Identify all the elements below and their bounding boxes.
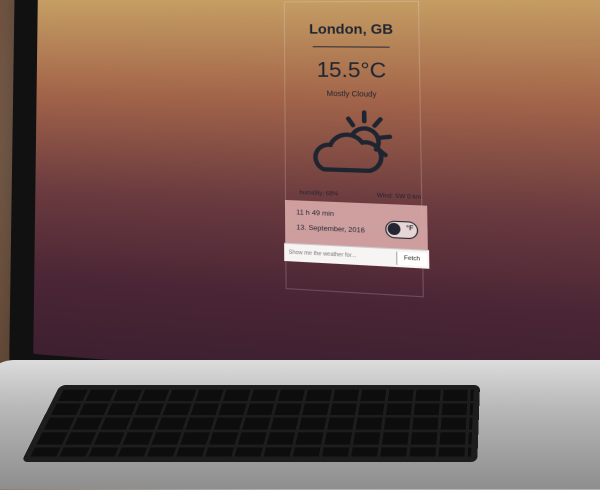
keyboard bbox=[21, 385, 480, 462]
time-date-panel: 11 h 49 min 13. September, 2016 °F bbox=[285, 200, 428, 250]
search-input[interactable] bbox=[289, 247, 385, 263]
laptop-screen: London, GB 15.5°C Mostly Cloudy bbox=[33, 0, 600, 401]
keyboard-keys bbox=[30, 390, 473, 457]
fetch-button[interactable]: Fetch bbox=[396, 252, 427, 267]
partly-cloudy-day-icon bbox=[310, 107, 400, 185]
unit-toggle-label: °F bbox=[406, 226, 413, 233]
laptop: London, GB 15.5°C Mostly Cloudy bbox=[0, 0, 600, 466]
date-label: 13. September, 2016 bbox=[296, 224, 365, 235]
condition-text: Mostly Cloudy bbox=[285, 90, 419, 100]
weather-card: London, GB 15.5°C Mostly Cloudy bbox=[284, 1, 424, 298]
humidity-label: humidity: 68% bbox=[299, 190, 338, 198]
time-label: 11 h 49 min bbox=[296, 209, 334, 218]
temperature: 15.5°C bbox=[285, 59, 419, 85]
location-title: London, GB bbox=[285, 21, 418, 37]
unit-toggle[interactable]: °F bbox=[385, 220, 418, 239]
wind-label: Wind: SW 0 km bbox=[377, 193, 421, 201]
toggle-knob bbox=[388, 223, 401, 236]
title-divider bbox=[313, 46, 390, 48]
